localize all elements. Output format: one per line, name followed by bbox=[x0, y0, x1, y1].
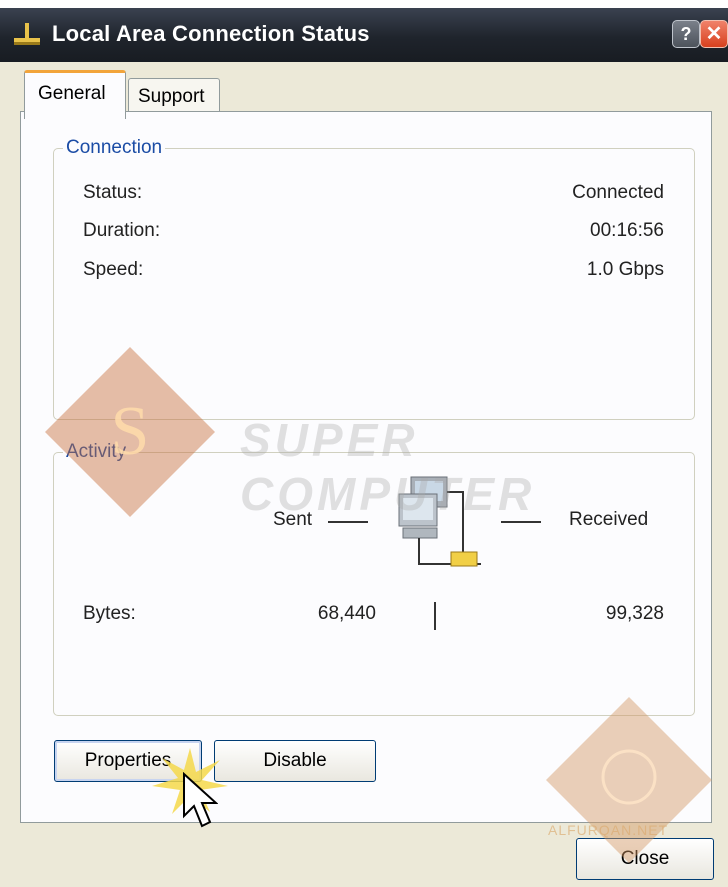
tab-general-label: General bbox=[38, 83, 106, 104]
watermark-text: SUPER COMPUTER bbox=[240, 414, 536, 520]
tab-support[interactable]: Support bbox=[128, 78, 220, 115]
bytes-sent-value: 68,440 bbox=[317, 603, 376, 624]
status-label: Status: bbox=[83, 182, 143, 203]
tab-general[interactable]: General bbox=[24, 70, 126, 119]
tab-support-label: Support bbox=[138, 86, 205, 107]
watermark-bottom-text: ALFURQAN.NET bbox=[548, 822, 669, 838]
duration-value: 00:16:56 bbox=[590, 220, 664, 241]
bytes-divider bbox=[434, 602, 436, 630]
disable-button[interactable]: Disable bbox=[214, 740, 376, 782]
help-button[interactable]: ? bbox=[672, 20, 700, 48]
title-bar[interactable]: Local Area Connection Status ? ✕ bbox=[0, 8, 728, 62]
received-connector-line bbox=[501, 521, 541, 523]
status-value: Connected bbox=[572, 182, 664, 203]
mouse-cursor-icon bbox=[183, 772, 218, 828]
sent-connector-line bbox=[328, 521, 368, 523]
connection-group-title: Connection bbox=[63, 137, 166, 159]
activity-group-title: Activity bbox=[63, 441, 130, 463]
network-connection-icon bbox=[14, 23, 40, 45]
window-title: Local Area Connection Status bbox=[52, 21, 370, 46]
duration-label: Duration: bbox=[83, 220, 161, 241]
close-button[interactable]: Close bbox=[576, 838, 714, 880]
title-close-button[interactable]: ✕ bbox=[700, 20, 728, 48]
speed-label: Speed: bbox=[83, 259, 144, 280]
bytes-received-value: 99,328 bbox=[605, 603, 664, 624]
speed-value: 1.0 Gbps bbox=[586, 259, 664, 280]
bytes-label: Bytes: bbox=[83, 603, 136, 624]
